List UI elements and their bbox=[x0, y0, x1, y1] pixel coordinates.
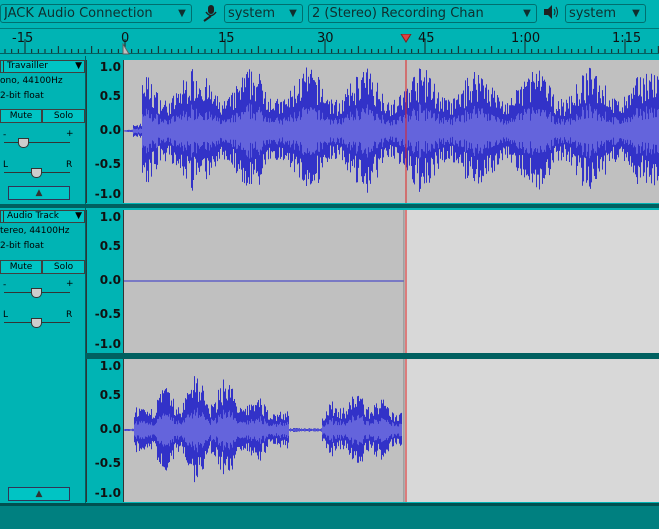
gain-plus-label: + bbox=[66, 279, 74, 289]
recording-device-select[interactable]: system ▼ bbox=[224, 4, 303, 23]
track-divider[interactable] bbox=[0, 204, 659, 208]
play-head-marker[interactable] bbox=[400, 29, 412, 43]
pan-slider-thumb[interactable] bbox=[31, 318, 42, 328]
scale-label: 0.0 bbox=[99, 422, 121, 436]
playback-device-select[interactable]: system ▼ bbox=[565, 4, 646, 23]
scale-label: 0.5 bbox=[99, 89, 121, 103]
amplitude-scale[interactable]: 1.0 0.5 0.0 -0.5 -1.0 bbox=[86, 359, 124, 502]
chevron-down-icon: ▼ bbox=[75, 211, 82, 221]
ruler-label: 30 bbox=[317, 31, 334, 46]
ruler-label: 1:15 bbox=[612, 31, 642, 46]
track-name-label: Audio Track bbox=[7, 211, 59, 221]
scale-label: 0.0 bbox=[99, 123, 121, 137]
scale-label: 1.0 bbox=[99, 60, 121, 74]
audio-host-value: JACK Audio Connection bbox=[4, 6, 153, 21]
chevron-down-icon: ▼ bbox=[632, 8, 640, 19]
waveform bbox=[124, 210, 407, 353]
solo-button[interactable]: Solo bbox=[42, 109, 85, 123]
ruler-label: -15 bbox=[12, 31, 34, 46]
scale-label: -1.0 bbox=[94, 337, 121, 351]
mute-button[interactable]: Mute bbox=[0, 260, 42, 274]
mute-button[interactable]: Mute bbox=[0, 109, 42, 123]
audio-host-select[interactable]: JACK Audio Connection ▼ bbox=[0, 4, 192, 23]
chevron-down-icon: ▼ bbox=[523, 8, 531, 19]
collapse-track-button[interactable]: ▲ bbox=[8, 487, 70, 501]
waveform-area[interactable] bbox=[124, 359, 659, 502]
recording-device-value: system bbox=[228, 6, 275, 21]
recording-channels-value: 2 (Stereo) Recording Chan bbox=[312, 6, 484, 21]
waveform-area[interactable] bbox=[124, 60, 659, 203]
scale-label: 0.0 bbox=[99, 273, 121, 287]
track-control-panel: Audio Track ▼ tereo, 44100Hz 2-bit float… bbox=[0, 208, 86, 504]
collapse-track-button[interactable]: ▲ bbox=[8, 186, 70, 200]
close-icon[interactable] bbox=[0, 61, 4, 72]
speaker-icon bbox=[543, 4, 561, 25]
chevron-down-icon: ▼ bbox=[178, 8, 186, 19]
waveform bbox=[124, 359, 407, 502]
waveform bbox=[124, 60, 659, 203]
ruler-label: 1:00 bbox=[511, 31, 541, 46]
scale-label: 1.0 bbox=[99, 359, 121, 373]
waveform-area[interactable] bbox=[124, 210, 659, 353]
scale-label: 0.5 bbox=[99, 239, 121, 253]
track-format-info: tereo, 44100Hz bbox=[0, 226, 70, 236]
ruler-label: 15 bbox=[218, 31, 235, 46]
pan-slider-thumb[interactable] bbox=[31, 168, 42, 178]
scale-label: -0.5 bbox=[94, 307, 121, 321]
microphone-icon bbox=[200, 4, 218, 27]
gain-slider-track[interactable] bbox=[4, 142, 70, 143]
track-name-label: Travailler bbox=[7, 61, 48, 71]
gain-minus-label: - bbox=[3, 280, 7, 290]
chevron-down-icon: ▼ bbox=[289, 8, 297, 19]
scale-label: 0.5 bbox=[99, 388, 121, 402]
amplitude-scale[interactable]: 1.0 0.5 0.0 -0.5 -1.0 bbox=[86, 210, 124, 353]
pan-left-label: L bbox=[3, 310, 9, 320]
recording-channels-select[interactable]: 2 (Stereo) Recording Chan ▼ bbox=[308, 4, 537, 23]
pan-right-label: R bbox=[66, 310, 73, 320]
pan-left-label: L bbox=[3, 160, 9, 170]
track-bit-depth-info: 2-bit float bbox=[0, 91, 44, 101]
play-region-start-marker[interactable] bbox=[122, 40, 130, 55]
solo-button[interactable]: Solo bbox=[42, 260, 85, 274]
scale-label: -1.0 bbox=[94, 486, 121, 500]
scale-label: -0.5 bbox=[94, 456, 121, 470]
gain-slider-thumb[interactable] bbox=[31, 288, 42, 298]
device-toolbar: JACK Audio Connection ▼ system ▼ 2 (Ster… bbox=[0, 0, 659, 28]
chevron-down-icon: ▼ bbox=[75, 61, 82, 71]
track-format-info: ono, 44100Hz bbox=[0, 76, 63, 86]
playback-device-value: system bbox=[569, 6, 616, 21]
amplitude-scale[interactable]: 1.0 0.5 0.0 -0.5 -1.0 bbox=[86, 60, 124, 203]
scale-label: -0.5 bbox=[94, 157, 121, 171]
track-control-panel: Travailler ▼ ono, 44100Hz 2-bit float Mu… bbox=[0, 56, 86, 205]
gain-minus-label: - bbox=[3, 130, 7, 140]
track-bit-depth-info: 2-bit float bbox=[0, 241, 44, 251]
pan-right-label: R bbox=[66, 160, 73, 170]
timeline-ruler[interactable]: -15 0 15 30 45 1:00 1:15 bbox=[0, 28, 659, 55]
ruler-label: 45 bbox=[418, 31, 435, 46]
gain-slider-thumb[interactable] bbox=[18, 138, 29, 148]
track-name-menu[interactable]: Travailler ▼ bbox=[0, 60, 85, 73]
close-icon[interactable] bbox=[0, 211, 4, 222]
empty-track-area[interactable] bbox=[0, 506, 659, 529]
scale-label: 1.0 bbox=[99, 210, 121, 224]
gain-plus-label: + bbox=[66, 129, 74, 139]
scale-label: -1.0 bbox=[94, 187, 121, 201]
track-name-menu[interactable]: Audio Track ▼ bbox=[0, 210, 85, 223]
